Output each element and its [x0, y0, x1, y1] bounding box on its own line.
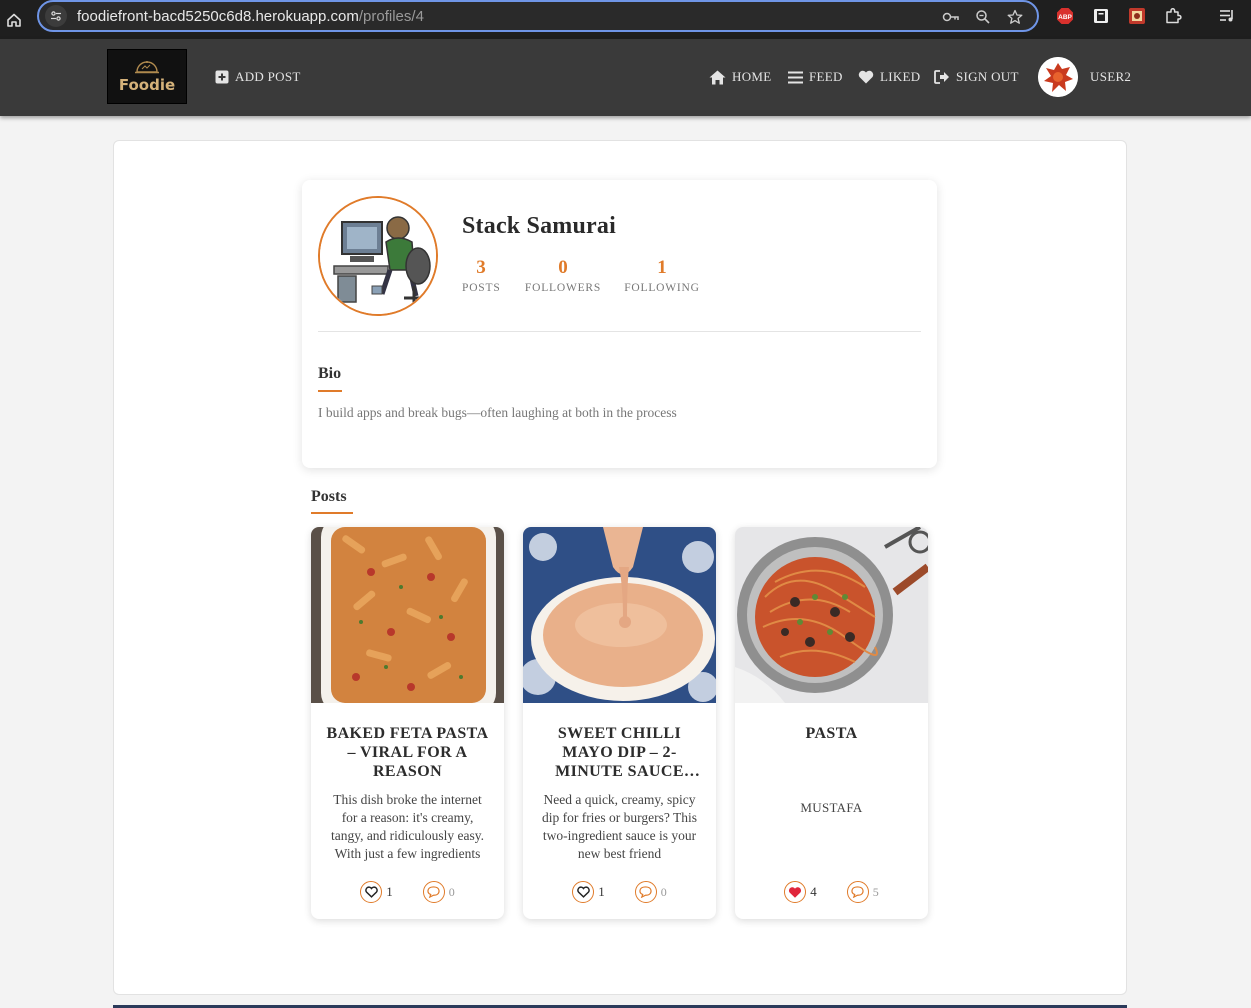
- add-post-link[interactable]: ADD POST: [215, 69, 301, 85]
- comment-count: 5: [872, 884, 879, 899]
- like-count: 4: [810, 884, 817, 899]
- bio-text: I build apps and break bugs—often laughi…: [318, 405, 677, 420]
- user-name-label: USER2: [1090, 69, 1132, 84]
- like-button[interactable]: 1: [572, 881, 605, 903]
- post-card[interactable]: BAKED FETA PASTA – VIRAL FOR A REASON Th…: [311, 527, 504, 919]
- stat-following-label: FOLLOWING: [624, 282, 700, 294]
- site-navbar: Foodie ADD POST HOME FEED LIKED SIGN OUT…: [0, 39, 1251, 116]
- bio-heading: Bio: [318, 365, 342, 382]
- liked-label: LIKED: [880, 69, 921, 84]
- heart-icon: [858, 70, 874, 84]
- comment-count: 0: [660, 884, 667, 899]
- stat-followers-label: FOLLOWERS: [524, 282, 602, 294]
- liked-link[interactable]: LIKED: [858, 69, 921, 85]
- sign-out-icon: [934, 70, 949, 84]
- key-icon[interactable]: [941, 8, 961, 26]
- add-post-label: ADD POST: [235, 69, 301, 84]
- stat-followers[interactable]: 0 FOLLOWERS: [524, 257, 602, 294]
- playlist-icon[interactable]: [1217, 6, 1237, 26]
- post-card[interactable]: SWEET CHILLI MAYO DIP – 2-MINUTE SAUCE H…: [523, 527, 716, 919]
- post-image-chilli-mayo[interactable]: [523, 527, 716, 703]
- browser-toolbar: foodiefront-bacd5250c6d8.herokuapp.com/p…: [0, 0, 1251, 39]
- abp-icon[interactable]: ABP: [1055, 6, 1075, 26]
- url-path: /profiles/4: [358, 7, 424, 25]
- post-actions: 1 0: [311, 881, 504, 903]
- svg-text:ABP: ABP: [1058, 14, 1072, 21]
- post-author[interactable]: MUSTAFA: [735, 800, 928, 816]
- posts-heading: Posts: [311, 488, 347, 505]
- comment-icon: [634, 881, 657, 903]
- star-icon[interactable]: [1005, 8, 1025, 26]
- heart-filled-icon: [784, 881, 807, 903]
- bio-underline: [318, 390, 342, 392]
- house-icon: [709, 70, 726, 84]
- home-icon[interactable]: [2, 8, 26, 32]
- posts-underline: [311, 512, 353, 514]
- comment-button[interactable]: 5: [846, 881, 879, 903]
- stat-posts: 3 POSTS: [462, 257, 500, 294]
- foodie-logo[interactable]: Foodie: [107, 49, 187, 104]
- post-actions: 1 0: [523, 881, 716, 903]
- post-title[interactable]: BAKED FETA PASTA – VIRAL FOR A REASON: [323, 724, 492, 781]
- heart-outline-icon: [360, 881, 383, 903]
- stat-following[interactable]: 1 FOLLOWING: [622, 257, 702, 294]
- stat-posts-value: 3: [476, 257, 486, 278]
- comment-count: 0: [448, 884, 455, 899]
- post-description: This dish broke the internet for a reaso…: [330, 792, 485, 861]
- reader-icon[interactable]: [1091, 6, 1111, 26]
- feed-label: FEED: [809, 69, 843, 84]
- feed-link[interactable]: FEED: [788, 69, 843, 85]
- zoom-icon[interactable]: [973, 8, 993, 26]
- stat-following-value: 1: [657, 257, 667, 278]
- logo-dome-icon: [135, 60, 159, 73]
- comment-button[interactable]: 0: [634, 881, 667, 903]
- post-image-feta-pasta[interactable]: [311, 527, 504, 703]
- stat-posts-label: POSTS: [462, 282, 501, 294]
- post-description: Need a quick, creamy, spicy dip for frie…: [541, 792, 698, 861]
- stat-followers-value: 0: [558, 257, 568, 278]
- sign-out-link[interactable]: SIGN OUT: [934, 69, 1019, 85]
- post-title[interactable]: SWEET CHILLI MAYO DIP – 2-MINUTE SAUCE H…: [535, 724, 704, 781]
- comment-icon: [846, 881, 869, 903]
- like-count: 1: [386, 884, 393, 899]
- logo-text: Foodie: [118, 75, 176, 94]
- like-button[interactable]: 4: [784, 881, 817, 903]
- address-bar[interactable]: foodiefront-bacd5250c6d8.herokuapp.com/p…: [37, 0, 1039, 32]
- site-settings-icon[interactable]: [45, 5, 67, 27]
- home-link[interactable]: HOME: [709, 69, 771, 85]
- post-card[interactable]: PASTA MUSTAFA 4 5: [735, 527, 928, 919]
- extension-icon[interactable]: [1127, 6, 1147, 26]
- heart-outline-icon: [572, 881, 595, 903]
- profile-name: Stack Samurai: [462, 213, 616, 239]
- post-title[interactable]: PASTA: [747, 724, 916, 743]
- user-avatar[interactable]: [1038, 57, 1078, 97]
- list-icon: [788, 71, 803, 83]
- profile-card: Stack Samurai 3 POSTS 0 FOLLOWERS 1 FOLL…: [302, 180, 937, 468]
- plus-square-icon: [215, 70, 229, 84]
- like-button[interactable]: 1: [360, 881, 393, 903]
- like-count: 1: [598, 884, 605, 899]
- post-actions: 4 5: [735, 881, 928, 903]
- puzzle-icon[interactable]: [1163, 6, 1183, 26]
- comment-button[interactable]: 0: [422, 881, 455, 903]
- home-label: HOME: [732, 69, 772, 84]
- user-name-link[interactable]: USER2: [1090, 69, 1131, 85]
- post-image-pasta[interactable]: [735, 527, 928, 703]
- comment-icon: [422, 881, 445, 903]
- url-domain: foodiefront-bacd5250c6d8.herokuapp.com: [77, 7, 359, 25]
- url-text[interactable]: foodiefront-bacd5250c6d8.herokuapp.com/p…: [77, 8, 424, 25]
- sign-out-label: SIGN OUT: [956, 69, 1019, 84]
- profile-avatar: [318, 196, 438, 316]
- profile-divider: [318, 331, 921, 332]
